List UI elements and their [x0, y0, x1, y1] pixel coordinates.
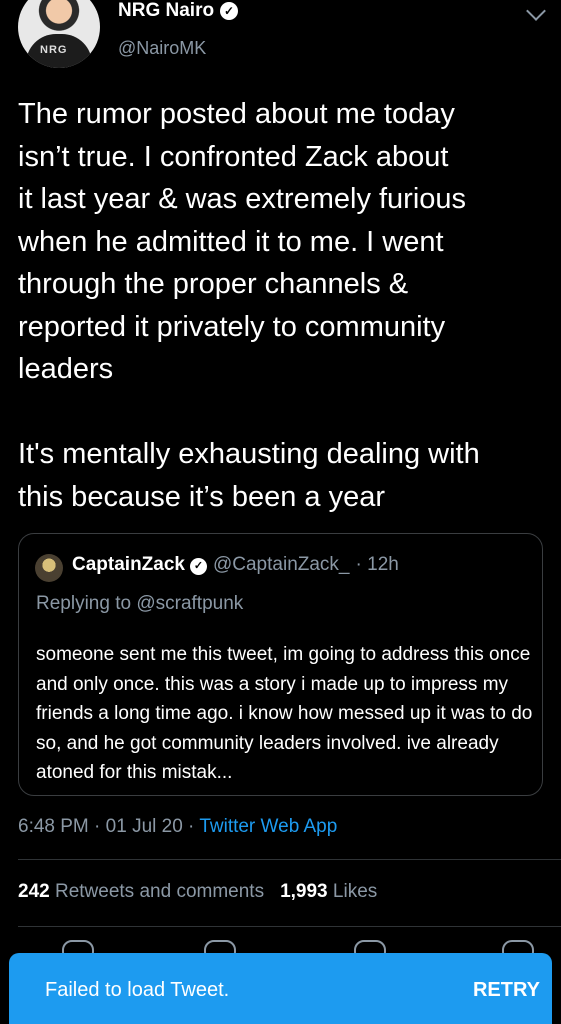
quoted-tweet[interactable]: CaptainZack ✓ @CaptainZack_ · 12h Replying … — [18, 533, 543, 796]
tweet-stats: 242 Retweets and comments 1,993 Likes — [18, 881, 377, 903]
quoted-author-name: CaptainZack — [72, 554, 185, 575]
error-toast: Failed to load Tweet. RETRY — [9, 953, 552, 1024]
tweet-header: NRG NRG Nairo ✓ @NairoMK — [18, 0, 546, 80]
retweets-stat[interactable]: 242 Retweets and comments — [18, 881, 264, 902]
author-handle[interactable]: @NairoMK — [118, 38, 206, 59]
likes-count: 1,993 — [280, 881, 328, 902]
quoted-verified-icon: ✓ — [189, 558, 207, 575]
tweet-meta: 6:48 PM · 01 Jul 20 · Twitter Web App — [18, 816, 337, 838]
retweets-count: 242 — [18, 881, 50, 902]
avatar-brand-text: NRG — [40, 44, 68, 56]
quoted-replying-to: Replying to @scraftpunk — [36, 593, 244, 614]
tweet-date: · 01 Jul 20 · — [94, 816, 195, 837]
toast-message: Failed to load Tweet. — [45, 979, 230, 1001]
quoted-handle: @CaptainZack_ — [212, 554, 350, 575]
verified-badge-icon: ✓ — [220, 2, 239, 20]
author-name-text[interactable]: NRG Nairo — [118, 0, 214, 21]
tweet-time: 6:48 PM — [18, 816, 89, 837]
chevron-down-icon[interactable] — [526, 1, 546, 21]
tweet-source-link[interactable]: Twitter Web App — [199, 816, 337, 837]
author-avatar[interactable]: NRG — [18, 0, 100, 68]
tweet-text: The rumor posted about me today isn’t tr… — [18, 98, 480, 513]
retry-button[interactable]: RETRY — [473, 979, 540, 1002]
divider — [18, 926, 561, 927]
retweets-label: Retweets and comments — [54, 881, 265, 902]
likes-stat[interactable]: 1,993 Likes — [280, 881, 377, 902]
quoted-text: someone sent me this tweet, im going to … — [36, 644, 533, 783]
author-name[interactable]: NRG Nairo ✓ — [118, 0, 239, 22]
quoted-time: · 12h — [355, 554, 399, 575]
quoted-author-line: CaptainZack ✓ @CaptainZack_ · 12h — [72, 554, 399, 576]
divider — [18, 859, 561, 860]
quoted-avatar — [35, 554, 63, 582]
likes-label: Likes — [332, 881, 378, 902]
